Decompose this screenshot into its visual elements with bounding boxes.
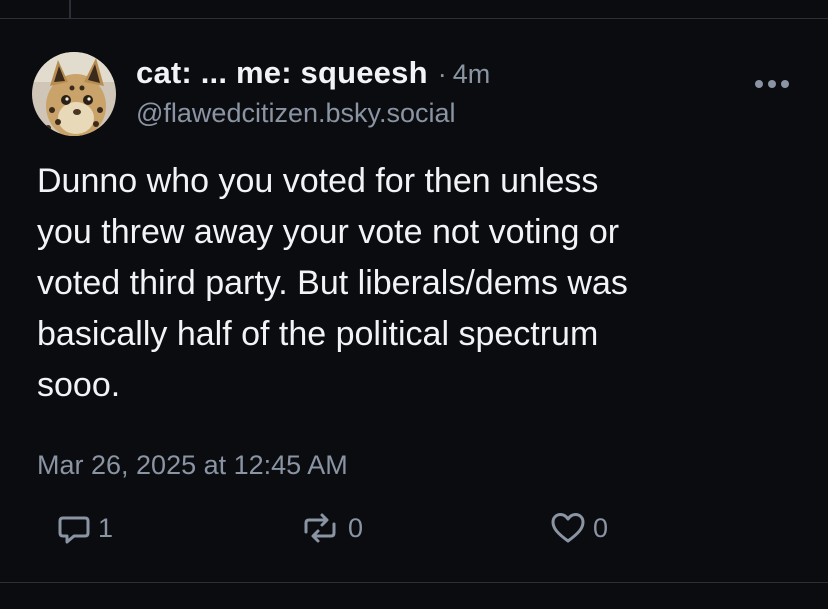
repost-button[interactable]: 0 bbox=[298, 508, 363, 548]
thread-connector-line bbox=[69, 0, 71, 18]
top-divider bbox=[0, 18, 828, 19]
relative-time[interactable]: 4m bbox=[453, 59, 491, 90]
author-display-name[interactable]: cat: ... me: squeesh bbox=[136, 55, 428, 91]
repost-count: 0 bbox=[348, 512, 364, 543]
reply-icon bbox=[58, 516, 90, 544]
post-header: cat: ... me: squeesh · 4m bbox=[136, 55, 490, 95]
heart-icon bbox=[551, 513, 585, 543]
reply-count: 1 bbox=[98, 512, 114, 543]
like-button[interactable]: 0 bbox=[549, 508, 608, 548]
time-separator: · bbox=[437, 59, 447, 89]
more-options-button[interactable] bbox=[750, 70, 794, 98]
author-handle[interactable]: @flawedcitizen.bsky.social bbox=[136, 98, 456, 129]
bottom-divider bbox=[0, 582, 828, 583]
post-body-text: Dunno who you voted for then unless you … bbox=[37, 162, 628, 404]
post-timestamp: Mar 26, 2025 at 12:45 AM bbox=[37, 450, 348, 480]
like-count: 0 bbox=[593, 512, 609, 543]
avatar[interactable] bbox=[32, 52, 116, 136]
serval-cat-avatar bbox=[32, 52, 116, 136]
repost-icon bbox=[304, 513, 336, 543]
reply-button[interactable]: 1 bbox=[56, 508, 113, 548]
more-horizontal-icon bbox=[755, 80, 789, 88]
